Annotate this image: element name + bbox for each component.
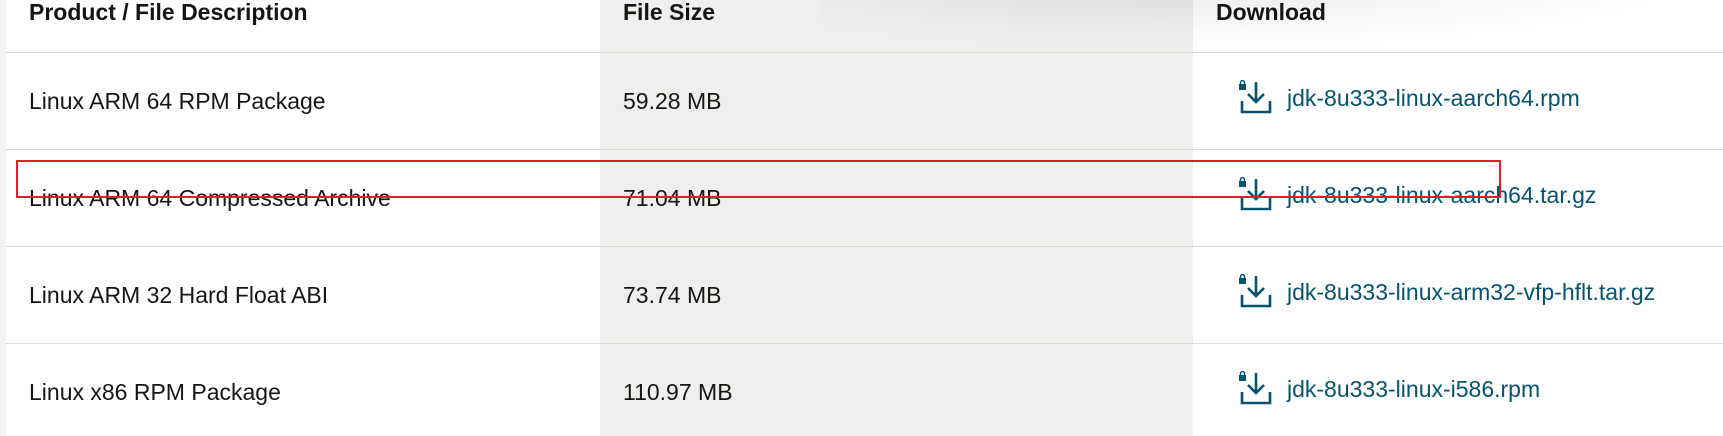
row-description: Linux ARM 64 Compressed Archive <box>6 149 600 247</box>
download-table-page: Product / File Description File Size Dow… <box>0 0 1723 436</box>
header-download: Download <box>1193 0 1723 53</box>
download-filename: jdk-8u333-linux-i586.rpm <box>1287 375 1541 402</box>
row-download-cell: jdk-8u333-linux-aarch64.rpm <box>1193 52 1723 150</box>
row-download-cell: jdk-8u333-linux-i586.rpm <box>1193 343 1723 436</box>
lock-download-icon <box>1239 80 1272 114</box>
row-description: Linux ARM 32 Hard Float ABI <box>6 246 600 344</box>
download-link[interactable]: jdk-8u333-linux-arm32-vfp-hflt.tar.gz <box>1237 274 1655 310</box>
download-link[interactable]: jdk-8u333-linux-aarch64.rpm <box>1237 80 1580 116</box>
header-description: Product / File Description <box>6 0 600 53</box>
row-file-size: 71.04 MB <box>600 149 1193 247</box>
lock-download-icon <box>1239 371 1272 405</box>
table-row: Linux x86 RPM Package 110.97 MB jdk-8u33… <box>6 343 1723 436</box>
table-row: Linux ARM 64 Compressed Archive 71.04 MB… <box>6 149 1723 247</box>
table-row: Linux ARM 64 RPM Package 59.28 MB jdk-8u… <box>6 52 1723 150</box>
row-file-size: 110.97 MB <box>600 343 1193 436</box>
row-description: Linux x86 RPM Package <box>6 343 600 436</box>
row-file-size: 73.74 MB <box>600 246 1193 344</box>
download-filename: jdk-8u333-linux-aarch64.tar.gz <box>1287 181 1597 208</box>
download-filename: jdk-8u333-linux-aarch64.rpm <box>1287 84 1580 111</box>
row-download-cell: jdk-8u333-linux-arm32-vfp-hflt.tar.gz <box>1193 246 1723 344</box>
row-file-size: 59.28 MB <box>600 52 1193 150</box>
table-row: Linux ARM 32 Hard Float ABI 73.74 MB jdk… <box>6 246 1723 344</box>
download-filename: jdk-8u333-linux-arm32-vfp-hflt.tar.gz <box>1287 278 1656 305</box>
header-file-size: File Size <box>600 0 1193 53</box>
row-description: Linux ARM 64 RPM Package <box>6 52 600 150</box>
download-link[interactable]: jdk-8u333-linux-i586.rpm <box>1237 371 1540 407</box>
row-download-cell: jdk-8u333-linux-aarch64.tar.gz <box>1193 149 1723 247</box>
downloads-table: Product / File Description File Size Dow… <box>6 0 1723 436</box>
lock-download-icon <box>1239 177 1272 211</box>
download-link[interactable]: jdk-8u333-linux-aarch64.tar.gz <box>1237 177 1596 213</box>
table-header-row: Product / File Description File Size Dow… <box>6 0 1723 53</box>
lock-download-icon <box>1239 274 1272 308</box>
